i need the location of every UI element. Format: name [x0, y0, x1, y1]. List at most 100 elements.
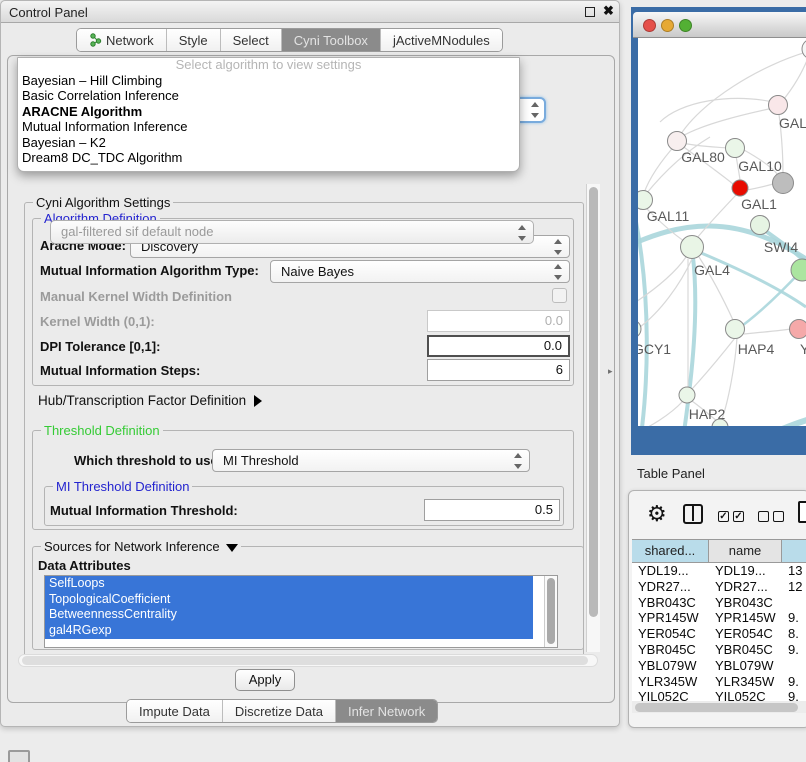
column-header[interactable] [782, 540, 806, 562]
network-node-gal[interactable] [769, 96, 788, 115]
checked-checkbox-icon[interactable]: ✓ [718, 511, 729, 522]
sources-legend[interactable]: Sources for Network Inference [41, 539, 241, 554]
attribute-list-item[interactable]: TopologicalCoefficient [45, 592, 533, 608]
minimize-traffic-light-icon[interactable] [661, 19, 674, 32]
network-edge [660, 98, 778, 122]
document-icon[interactable] [798, 501, 806, 523]
unchecked-checkbox-icon[interactable] [773, 511, 784, 522]
table-cell: YDR27... [632, 579, 709, 595]
tab-cyni-toolbox[interactable]: Cyni Toolbox [282, 29, 381, 51]
network-node[interactable] [773, 173, 794, 194]
network-edge [697, 195, 736, 238]
kernel-width-field[interactable]: 0.0 [427, 310, 570, 332]
network-node[interactable] [802, 39, 806, 59]
table-horizontal-scrollbar[interactable] [632, 701, 806, 713]
attribute-list-item[interactable]: BetweennessCentrality [45, 607, 533, 623]
gear-icon[interactable]: ⚙ [647, 501, 667, 527]
mi-threshold-legend: MI Threshold Definition [53, 479, 192, 494]
table-row[interactable]: YDR27...YDR27...12 [632, 579, 806, 595]
table-row[interactable]: YDL19...YDL19...13 [632, 563, 806, 579]
table-cell: 9. [782, 610, 806, 626]
bottom-tab-impute-data[interactable]: Impute Data [127, 700, 223, 722]
attribute-list-item[interactable]: SelfLoops [45, 576, 533, 592]
tab-network[interactable]: Network [77, 29, 167, 51]
algorithm-option[interactable]: Mutual Information Inference [18, 119, 519, 134]
tab-jactivemnodules[interactable]: jActiveMNodules [381, 29, 502, 51]
network-combo[interactable]: gal-filtered sif default node [50, 220, 534, 244]
algorithm-dropdown-placeholder: Select algorithm to view settings [18, 58, 519, 73]
mi-threshold-label: Mutual Information Threshold: [50, 503, 238, 518]
table-horizontal-thumb[interactable] [635, 703, 798, 712]
unchecked-checkbox-icon[interactable] [758, 511, 769, 522]
checked-checkbox-icon[interactable]: ✓ [733, 511, 744, 522]
manual-kernel-label: Manual Kernel Width Definition [40, 289, 232, 304]
algorithm-option[interactable]: Basic Correlation Inference [18, 88, 519, 103]
data-attributes-list[interactable]: SelfLoopsTopologicalCoefficientBetweenne… [44, 575, 558, 648]
column-header[interactable]: shared... [632, 540, 709, 562]
split-columns-icon[interactable] [683, 504, 703, 524]
close-traffic-light-icon[interactable] [643, 19, 656, 32]
algorithm-option[interactable]: Dream8 DC_TDC Algorithm [18, 150, 519, 165]
table-cell [782, 658, 806, 674]
bottom-tab-infer-network[interactable]: Infer Network [336, 700, 437, 722]
network-node-gal1[interactable] [732, 180, 748, 196]
algorithm-option[interactable]: Bayesian – K2 [18, 135, 519, 150]
table-row[interactable]: YBL079WYBL079W [632, 658, 806, 674]
apply-button[interactable]: Apply [235, 669, 295, 691]
panel-collapse-arrow[interactable]: ▸ [608, 366, 613, 377]
network-node-gcy1[interactable] [638, 320, 641, 338]
network-node-gal4[interactable] [681, 236, 704, 259]
network-node-gal11[interactable] [638, 191, 653, 210]
list-scrollbar-thumb[interactable] [547, 578, 555, 644]
table-row[interactable]: YBR045CYBR045C9. [632, 642, 806, 658]
settings-vertical-scrollbar[interactable] [586, 184, 600, 652]
which-threshold-combo[interactable]: MI Threshold [212, 449, 530, 472]
network-edge [744, 329, 791, 334]
float-window-icon[interactable] [585, 7, 595, 17]
table-panel-window: ⚙ ✓ ✓ shared...name YDL19...YDL19...13YD… [628, 490, 806, 728]
table-row[interactable]: YPR145WYPR145W9. [632, 610, 806, 626]
table-row[interactable]: YER054CYER054C8. [632, 626, 806, 642]
hub-definition-toggle[interactable]: Hub/Transcription Factor Definition [38, 393, 262, 408]
zoom-traffic-light-icon[interactable] [679, 19, 692, 32]
close-icon[interactable]: ✖ [603, 3, 614, 19]
list-scrollbar[interactable] [544, 576, 557, 647]
attribute-list-item[interactable]: gal4RGexp [45, 623, 533, 639]
node-table[interactable]: shared...name YDL19...YDL19...13YDR27...… [632, 539, 806, 713]
network-node-hap2[interactable] [679, 387, 695, 403]
dpi-tolerance-field[interactable]: 0.0 [427, 335, 570, 357]
network-node-gal10[interactable] [726, 139, 745, 158]
network-node-label: GAL80 [681, 149, 725, 165]
dpi-tolerance-label: DPI Tolerance [0,1]: [40, 339, 160, 354]
network-edge [694, 250, 806, 307]
network-canvas[interactable]: GALGAL80GAL10GAL1GAL11SWI4GAL4GCY1HAP4YH… [638, 38, 806, 426]
table-row[interactable]: YLR345WYLR345W9. [632, 674, 806, 690]
settings-horizontal-scrollbar[interactable] [18, 654, 598, 667]
network-node-y[interactable] [790, 320, 806, 339]
settings-vertical-thumb[interactable] [589, 187, 598, 617]
manual-kernel-checkbox[interactable] [552, 288, 567, 303]
algorithm-option[interactable]: ARACNE Algorithm [18, 104, 519, 119]
bottom-tab-discretize-data[interactable]: Discretize Data [223, 700, 336, 722]
cyni-settings-legend: Cyni Algorithm Settings [33, 195, 173, 210]
network-node-label: GAL4 [694, 262, 730, 278]
column-header[interactable]: name [709, 540, 782, 562]
network-node-gal80[interactable] [668, 132, 687, 151]
mi-steps-field[interactable]: 6 [427, 359, 570, 381]
network-node-hap4[interactable] [726, 320, 745, 339]
tab-style[interactable]: Style [167, 29, 221, 51]
mi-type-combo[interactable]: Naive Bayes [270, 260, 570, 283]
dock-panel-icon[interactable] [8, 750, 30, 762]
tab-select[interactable]: Select [221, 29, 282, 51]
algorithm-option[interactable]: Bayesian – Hill Climbing [18, 73, 519, 88]
mi-threshold-field[interactable]: 0.5 [424, 499, 560, 521]
network-edge [644, 143, 677, 193]
bottom-tab-label: Discretize Data [235, 704, 323, 719]
network-node-swi4[interactable] [751, 216, 770, 235]
settings-horizontal-thumb[interactable] [22, 656, 588, 665]
network-view-window: GALGAL80GAL10GAL1GAL11SWI4GAL4GCY1HAP4YH… [631, 7, 806, 455]
algorithm-dropdown: Select algorithm to view settings Bayesi… [17, 57, 520, 172]
table-row[interactable]: YBR043CYBR043C [632, 595, 806, 611]
table-cell: YDL19... [632, 563, 709, 579]
network-node-label: Y [800, 341, 806, 357]
